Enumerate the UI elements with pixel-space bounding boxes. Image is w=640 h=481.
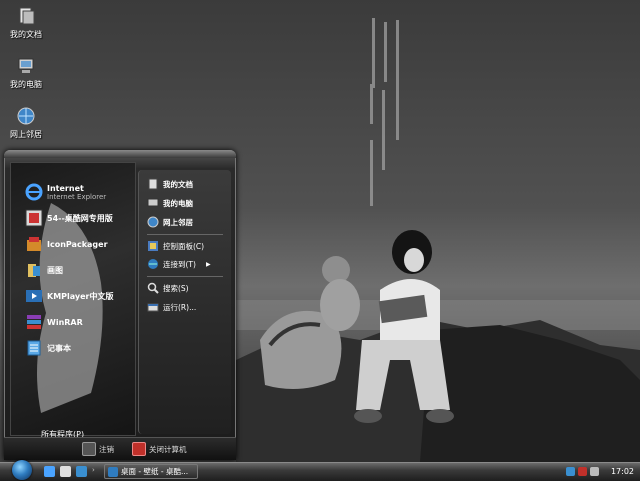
search-icon: [147, 282, 159, 294]
start-right-search[interactable]: 搜索(S): [147, 282, 189, 294]
quicklaunch-show-desktop-icon[interactable]: [60, 466, 71, 477]
taskbar-window-title: 桌面 - 壁纸 - 桌酷...: [121, 467, 189, 476]
places-panel: 我的文档 我的电脑 网上邻居 控制面板(C) 连接到(T) ▶ 搜索(S) 运行…: [138, 170, 231, 434]
quicklaunch-media-icon[interactable]: [76, 466, 87, 477]
start-right-label: 我的电脑: [163, 198, 193, 208]
start-item-title: IconPackager: [47, 239, 108, 249]
start-item-zhuoku[interactable]: 54--桌酷网专用版: [25, 209, 113, 227]
desktop-icon-label: 我的文档: [10, 30, 42, 39]
start-item-title: 画图: [47, 265, 63, 275]
desktop-icon-network[interactable]: 网上邻居: [0, 106, 52, 140]
start-item-winrar[interactable]: WinRAR: [25, 313, 83, 331]
computer-icon: [16, 56, 36, 76]
desktop-icon-label: 我的电脑: [10, 80, 42, 89]
start-item-kmplayer[interactable]: KMPlayer中文版: [25, 287, 114, 305]
desktop-icon-my-documents[interactable]: 我的文档: [0, 6, 52, 40]
start-right-label: 运行(R)...: [163, 302, 197, 312]
volume-tray-icon[interactable]: [590, 467, 599, 476]
internet-explorer-icon: [108, 466, 118, 477]
documents-folder-icon: [147, 178, 159, 190]
start-item-iconpackager[interactable]: IconPackager: [25, 235, 108, 253]
paint-icon: [25, 261, 43, 279]
start-right-my-documents[interactable]: 我的文档: [147, 178, 193, 190]
start-right-network[interactable]: 网上邻居: [147, 216, 193, 228]
menu-separator: [147, 276, 223, 277]
control-panel-icon: [147, 240, 159, 252]
start-right-label: 我的文档: [163, 179, 193, 189]
start-item-title: 记事本: [47, 343, 71, 353]
logoff-button[interactable]: 注销: [82, 442, 114, 456]
menu-separator: [147, 234, 223, 235]
start-right-label: 连接到(T): [163, 259, 196, 269]
start-button[interactable]: [12, 460, 32, 480]
run-icon: [147, 301, 159, 313]
network-icon: [16, 106, 36, 126]
start-item-internet-explorer[interactable]: Internet Internet Explorer: [25, 183, 106, 201]
start-right-label: 控制面板(C): [163, 241, 205, 251]
network-tray-icon[interactable]: [566, 467, 575, 476]
start-menu-footer: 注销 关闭计算机: [4, 437, 236, 460]
start-right-run[interactable]: 运行(R)...: [147, 301, 196, 313]
start-item-title: KMPlayer中文版: [47, 291, 114, 301]
notepad-icon: [25, 339, 43, 357]
start-right-label: 搜索(S): [163, 283, 189, 293]
start-item-paint[interactable]: 画图: [25, 261, 63, 279]
quicklaunch-ie-icon[interactable]: [44, 466, 55, 477]
desktop-icon-label: 网上邻居: [10, 130, 42, 139]
start-item-title: Internet: [47, 183, 84, 193]
taskbar-window-button[interactable]: 桌面 - 壁纸 - 桌酷...: [104, 464, 198, 479]
submenu-arrow-icon: ▶: [205, 260, 211, 268]
computer-icon: [147, 197, 159, 209]
network-icon: [147, 216, 159, 228]
media-player-icon: [25, 287, 43, 305]
key-icon: [82, 442, 96, 456]
internet-explorer-icon: [25, 183, 43, 201]
documents-folder-icon: [16, 6, 36, 26]
start-menu-header: [4, 150, 236, 158]
start-item-notepad[interactable]: 记事本: [25, 339, 71, 357]
start-right-control-panel[interactable]: 控制面板(C): [147, 240, 204, 252]
clock[interactable]: 17:02: [611, 467, 634, 476]
security-tray-icon[interactable]: [578, 467, 587, 476]
start-item-title: WinRAR: [47, 317, 83, 327]
winrar-icon: [25, 313, 43, 331]
start-right-my-computer[interactable]: 我的电脑: [147, 197, 193, 209]
app-icon: [25, 209, 43, 227]
power-icon: [132, 442, 146, 456]
system-tray: 17:02: [562, 463, 640, 480]
desktop-icon-my-computer[interactable]: 我的电脑: [0, 56, 52, 90]
logoff-label: 注销: [99, 444, 114, 454]
pinned-programs-panel: Internet Internet Explorer 54--桌酷网专用版 Ic…: [10, 162, 136, 439]
iconpackager-icon: [25, 235, 43, 253]
start-item-title: 54--桌酷网专用版: [47, 213, 113, 223]
shutdown-label: 关闭计算机: [149, 444, 187, 454]
connect-icon: [147, 258, 159, 270]
start-right-label: 网上邻居: [163, 217, 193, 227]
quicklaunch-expand-icon[interactable]: ›: [92, 466, 98, 477]
start-item-subtitle: Internet Explorer: [47, 192, 107, 201]
shutdown-button[interactable]: 关闭计算机: [132, 442, 187, 456]
start-right-connect-to[interactable]: 连接到(T) ▶: [147, 258, 211, 270]
start-menu: Internet Internet Explorer 54--桌酷网专用版 Ic…: [4, 150, 236, 460]
taskbar: › 桌面 - 壁纸 - 桌酷... 17:02: [0, 460, 640, 481]
